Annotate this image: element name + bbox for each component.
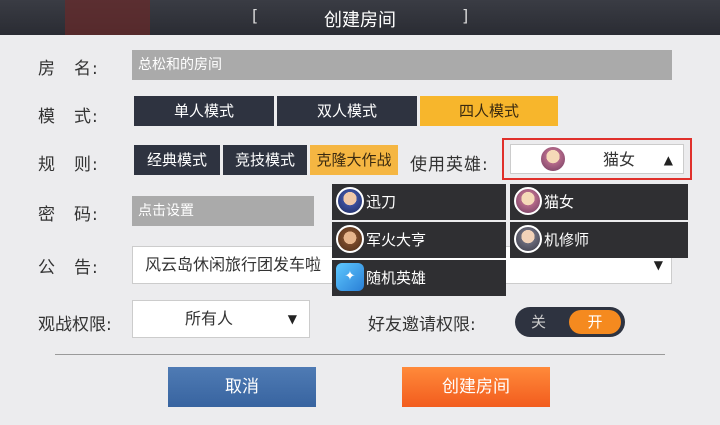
notice-label: 公 告: xyxy=(38,258,99,278)
hero-option-label: 随机英雄 xyxy=(366,269,427,287)
spectate-value: 所有人 xyxy=(185,309,234,328)
mode-single-button[interactable]: 单人模式 xyxy=(134,96,274,126)
hero-select[interactable]: 猫女 ▲ xyxy=(502,138,692,180)
hero-option-label: 军火大亨 xyxy=(366,231,427,249)
rule-classic-button[interactable]: 经典模式 xyxy=(134,145,220,175)
hero-option-label: 迅刀 xyxy=(366,193,397,211)
friend-invite-toggle[interactable]: 关 开 xyxy=(515,307,625,337)
cancel-button[interactable]: 取消 xyxy=(168,367,316,407)
mode-double-button[interactable]: 双人模式 xyxy=(277,96,417,126)
hero-label: 使用英雄: xyxy=(410,155,489,175)
rule-label: 规 则: xyxy=(38,155,99,175)
mode-quad-button[interactable]: 四人模式 xyxy=(420,96,558,126)
hero-option-label: 机修师 xyxy=(544,231,590,249)
notice-value: 风云岛休闲旅行团发车啦 xyxy=(145,255,322,274)
hero-option-jixiu[interactable]: 机修师 xyxy=(510,222,688,258)
caret-up-icon: ▲ xyxy=(663,153,673,167)
hero-select-box[interactable]: 猫女 ▲ xyxy=(510,144,684,174)
caret-down-icon: ▼ xyxy=(287,312,297,326)
hero-jixiu-icon xyxy=(514,225,542,253)
rule-clone-button[interactable]: 克隆大作战 xyxy=(310,145,398,175)
cat-girl-avatar-icon xyxy=(539,145,567,173)
room-name-input[interactable]: 总松和的房间 xyxy=(132,50,672,80)
toggle-off-label: 关 xyxy=(531,313,547,331)
hero-option-random[interactable]: ✦ 随机英雄 xyxy=(332,260,506,296)
divider xyxy=(55,354,665,355)
rule-competitive-button[interactable]: 竞技模式 xyxy=(223,145,307,175)
hero-dropdown: 迅刀 猫女 军火大亨 机修师 ✦ 随机英雄 xyxy=(332,184,688,298)
mode-label: 模 式: xyxy=(38,107,99,127)
create-room-button[interactable]: 创建房间 xyxy=(402,367,550,407)
hero-xundao-icon xyxy=(336,187,364,215)
hero-maonv-icon xyxy=(514,187,542,215)
room-name-label: 房 名: xyxy=(38,59,99,79)
friend-invite-label: 好友邀请权限: xyxy=(368,315,476,335)
page-title: 创建房间 xyxy=(324,10,396,31)
toggle-on-label: 开 xyxy=(569,310,621,334)
hero-option-label: 猫女 xyxy=(544,193,575,211)
hero-option-maonv[interactable]: 猫女 xyxy=(510,184,688,220)
password-input[interactable]: 点击设置 xyxy=(132,196,314,226)
hero-selected-name: 猫女 xyxy=(603,150,636,169)
spectate-label: 观战权限: xyxy=(38,315,112,335)
title-bar: [ 创建房间 ] xyxy=(0,0,720,35)
hero-option-xundao[interactable]: 迅刀 xyxy=(332,184,506,220)
bracket-right: ] xyxy=(462,6,469,25)
random-hero-icon: ✦ xyxy=(336,263,364,291)
password-label: 密 码: xyxy=(38,205,99,225)
hero-option-junhuo[interactable]: 军火大亨 xyxy=(332,222,506,258)
spectate-select[interactable]: 所有人 ▼ xyxy=(132,300,310,338)
hero-junhuo-icon xyxy=(336,225,364,253)
